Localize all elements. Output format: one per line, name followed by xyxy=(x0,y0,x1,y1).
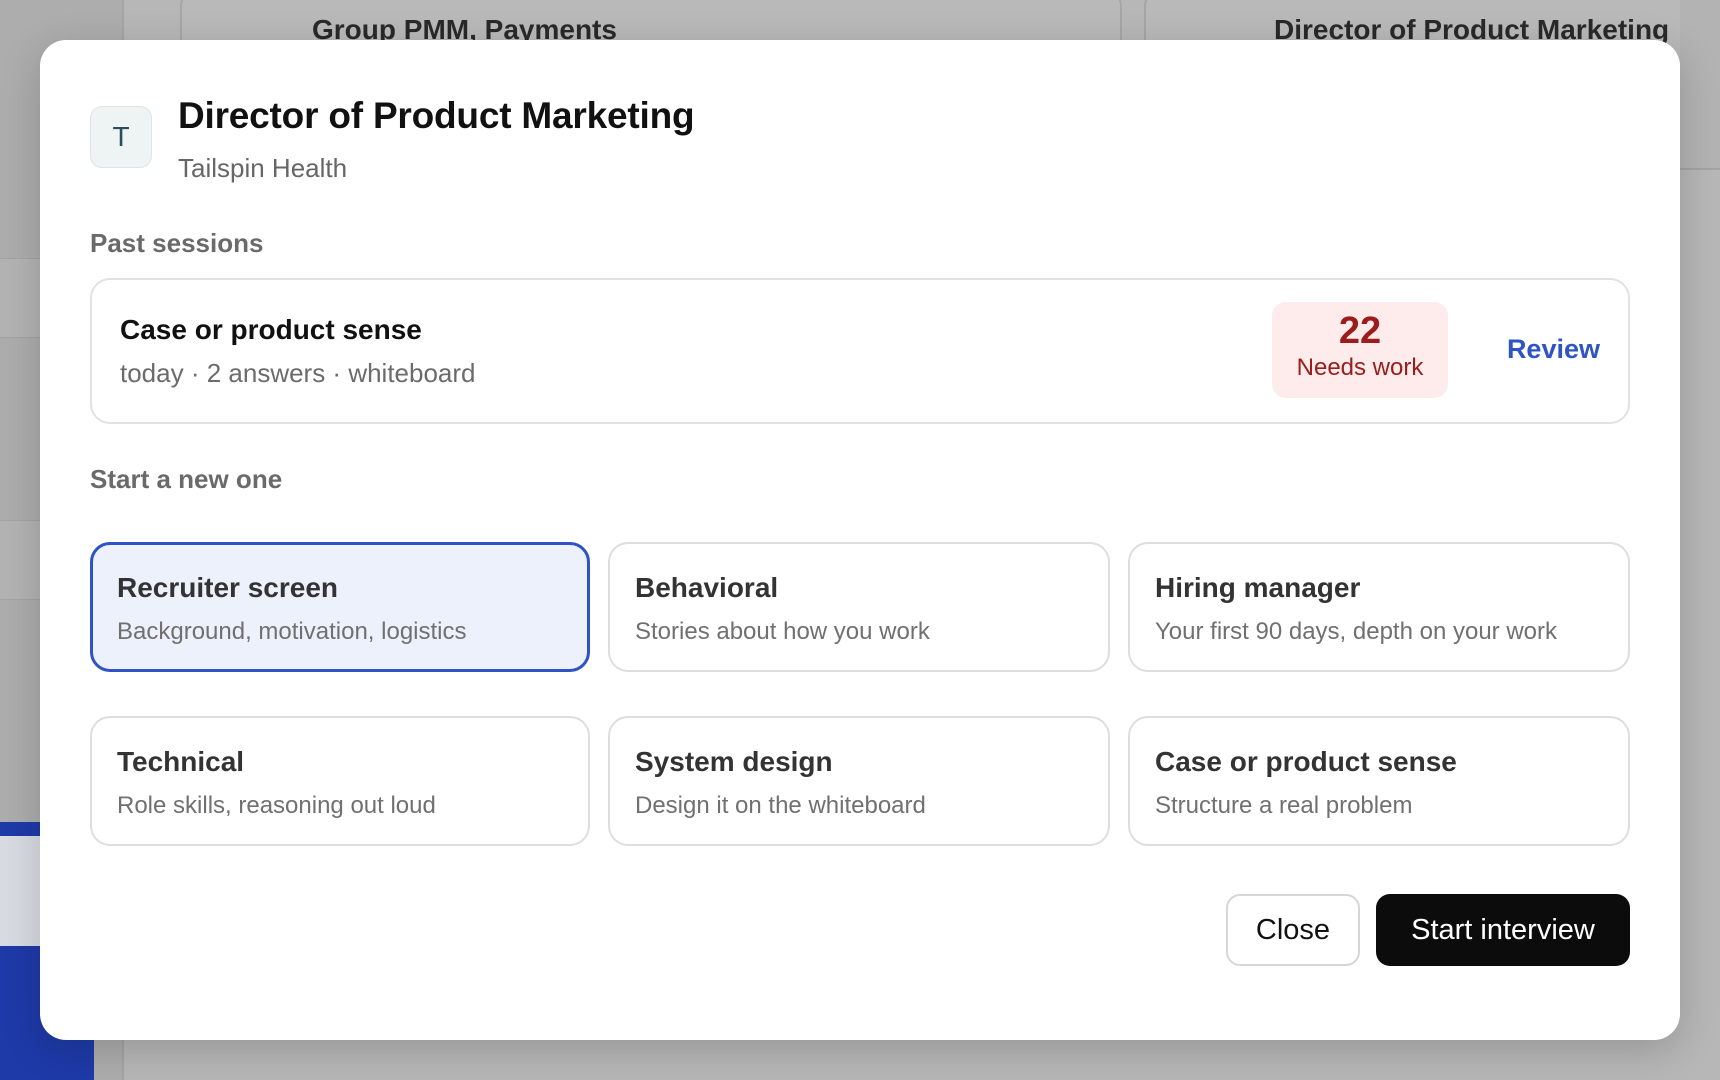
job-title: Director of Product Marketing xyxy=(178,95,695,136)
interview-type-description: Role skills, reasoning out loud xyxy=(117,792,436,819)
interview-type-title: Case or product sense xyxy=(1155,746,1457,777)
header-text: Director of Product Marketing Tailspin H… xyxy=(178,95,695,184)
modal-header: T Director of Product Marketing Tailspin… xyxy=(90,95,695,184)
start-interview-button[interactable]: Start interview xyxy=(1376,894,1630,966)
review-link[interactable]: Review xyxy=(1507,334,1600,365)
score-value: 22 xyxy=(1338,310,1382,352)
company-avatar: T xyxy=(90,106,152,168)
interview-type-grid: Recruiter screen Background, motivation,… xyxy=(90,542,1630,846)
start-new-label: Start a new one xyxy=(90,464,283,494)
close-button[interactable]: Close xyxy=(1226,894,1360,966)
session-meta: today · 2 answers · whiteboard xyxy=(120,358,476,388)
background-panel xyxy=(1680,0,1720,170)
interview-type-description: Stories about how you work xyxy=(635,618,930,645)
background-banner-illustration xyxy=(0,836,40,946)
interview-type-hiring-manager[interactable]: Hiring manager Your first 90 days, depth… xyxy=(1128,542,1630,672)
interview-modal: T Director of Product Marketing Tailspin… xyxy=(40,40,1680,1040)
interview-type-title: System design xyxy=(635,746,833,777)
interview-type-case-product-sense[interactable]: Case or product sense Structure a real p… xyxy=(1128,716,1630,846)
company-name: Tailspin Health xyxy=(178,152,348,183)
interview-type-system-design[interactable]: System design Design it on the whiteboar… xyxy=(608,716,1110,846)
interview-type-recruiter-screen[interactable]: Recruiter screen Background, motivation,… xyxy=(90,542,590,672)
interview-type-description: Design it on the whiteboard xyxy=(635,792,926,819)
score-badge: 22 Needs work xyxy=(1272,302,1448,398)
interview-type-description: Your first 90 days, depth on your work xyxy=(1155,618,1557,645)
interview-type-title: Hiring manager xyxy=(1155,572,1361,603)
interview-type-title: Recruiter screen xyxy=(117,572,339,603)
interview-type-title: Technical xyxy=(117,746,245,777)
interview-type-behavioral[interactable]: Behavioral Stories about how you work xyxy=(608,542,1110,672)
score-label: Needs work xyxy=(1296,353,1424,381)
past-sessions-label: Past sessions xyxy=(90,228,264,258)
session-name: Case or product sense xyxy=(120,314,422,345)
interview-type-technical[interactable]: Technical Role skills, reasoning out lou… xyxy=(90,716,590,846)
past-session-card: Case or product sense today · 2 answers … xyxy=(90,278,1630,424)
interview-type-description: Background, motivation, logistics xyxy=(117,618,467,645)
interview-type-title: Behavioral xyxy=(635,572,779,603)
interview-type-description: Structure a real problem xyxy=(1155,792,1413,819)
